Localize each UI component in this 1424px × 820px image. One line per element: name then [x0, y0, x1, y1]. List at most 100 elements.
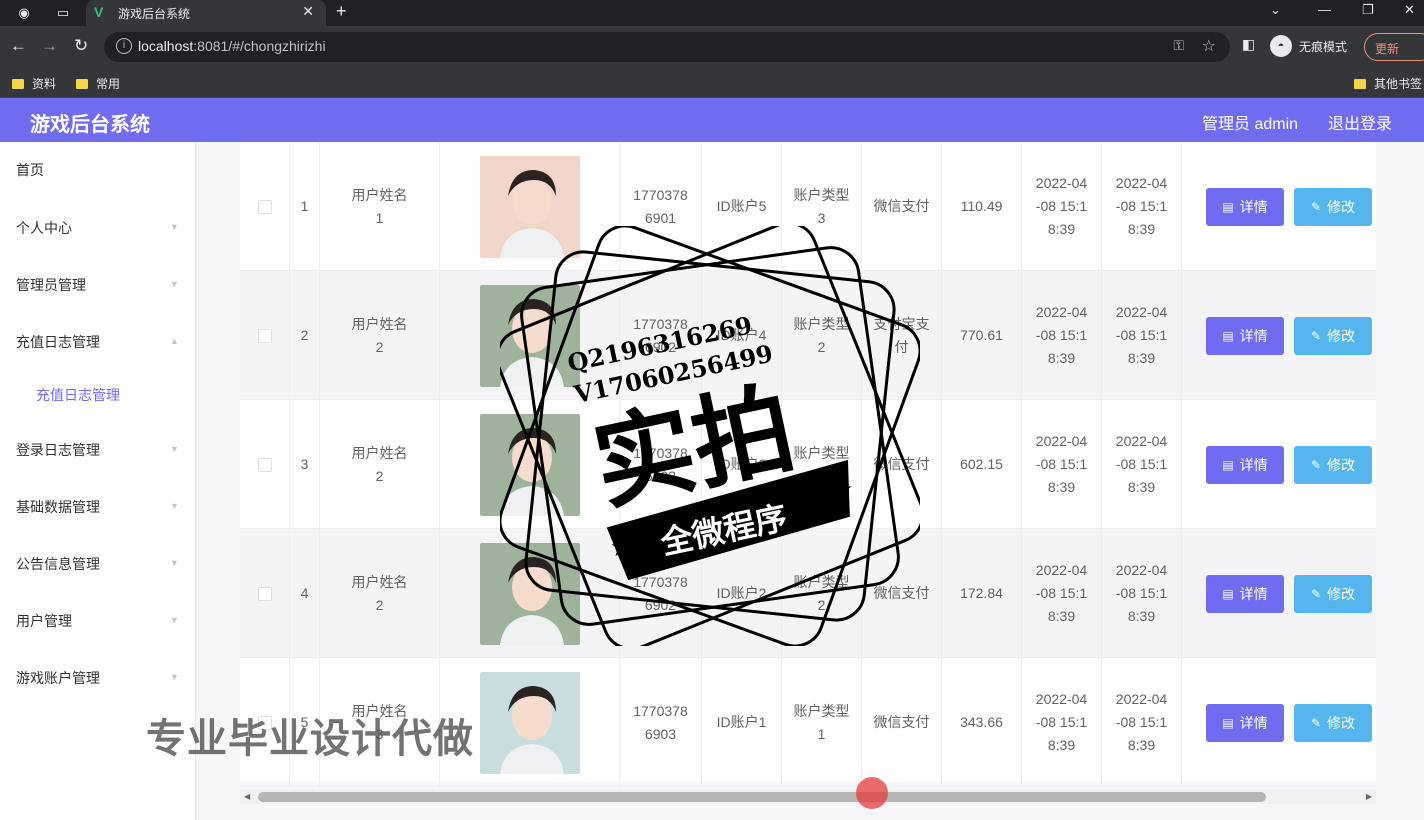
incognito-icon: ◓ — [1270, 35, 1292, 57]
edit-label: 修改 — [1327, 586, 1356, 602]
edit-icon: ✎ — [1310, 200, 1322, 214]
logout-link[interactable]: 退出登录 — [1328, 110, 1392, 134]
site-info-icon[interactable]: i — [116, 38, 132, 54]
forward-icon[interactable]: → — [41, 36, 58, 56]
detail-label: 详情 — [1239, 586, 1268, 602]
browser-menu-icon[interactable]: ◉ — [16, 5, 32, 21]
app-title: 游戏后台系统 — [30, 114, 150, 136]
detail-button[interactable]: ▤ 详情 — [1206, 317, 1284, 355]
sidebar-item-recharge-log[interactable]: 充值日志管理 — [16, 332, 100, 352]
vue-logo-icon: V — [94, 4, 104, 20]
cell-time2: 2022-04 -08 15:1 8:39 — [1102, 529, 1182, 658]
update-button[interactable]: 更新 — [1364, 33, 1424, 61]
sidebar-item-login-log[interactable]: 登录日志管理 — [16, 440, 100, 460]
row-checkbox-cell — [240, 400, 290, 529]
reload-icon[interactable]: ↻ — [74, 36, 88, 56]
horizontal-scrollbar[interactable]: ◀ ▶ — [240, 790, 1376, 804]
browser-tab-strip: ◉ ▭ V 游戏后台系统 ✕ + ⌄ — ❐ ✕ — [0, 0, 1424, 26]
side-panel-icon[interactable]: ◧ — [1242, 36, 1255, 53]
row-checkbox[interactable] — [257, 199, 272, 214]
row-checkbox[interactable] — [257, 457, 272, 472]
detail-button[interactable]: ▤ 详情 — [1206, 188, 1284, 226]
sidebar-item-home[interactable]: 首页 — [16, 160, 44, 180]
document-icon: ▤ — [1222, 329, 1234, 343]
sidebar-item-notices[interactable]: 公告信息管理 — [16, 554, 100, 574]
chevron-up-icon: ▲ — [170, 336, 179, 346]
minimize-icon[interactable]: — — [1318, 2, 1331, 17]
chevron-down-icon: ▼ — [170, 501, 179, 511]
row-checkbox[interactable] — [257, 586, 272, 601]
watermark-stamp: Q2196316269 V17060256499 实拍 全微程序 ★ ★ — [500, 226, 920, 646]
cell-text: 2022-04 -08 15:1 8:39 — [1035, 562, 1088, 624]
cell-text: 2022-04 -08 15:1 8:39 — [1115, 562, 1168, 624]
detail-button[interactable]: ▤ 详情 — [1206, 446, 1284, 484]
sidebar-subitem-recharge-log[interactable]: 充值日志管理 — [36, 385, 120, 405]
cell-text: 2022-04 -08 15:1 8:39 — [1115, 304, 1168, 366]
address-bar[interactable]: i localhost:8081/#/chongzhirizhi ⚿ ☆ — [104, 32, 1230, 62]
edit-label: 修改 — [1327, 199, 1356, 215]
tab-overview-icon[interactable]: ▭ — [55, 5, 71, 21]
cell-text: 用户姓名 2 — [351, 444, 408, 484]
scroll-right-icon[interactable]: ▶ — [1366, 790, 1372, 804]
bookmark-star-icon[interactable]: ☆ — [1202, 36, 1216, 56]
back-icon[interactable]: ← — [10, 36, 27, 56]
detail-label: 详情 — [1239, 199, 1268, 215]
cell-amount: 602.15 — [942, 400, 1022, 529]
cell-amount: 172.84 — [942, 529, 1022, 658]
tab-close-icon[interactable]: ✕ — [302, 3, 314, 20]
password-key-icon[interactable]: ⚿ — [1173, 37, 1184, 54]
incognito-label: 无痕模式 — [1299, 40, 1348, 54]
row-checkbox-cell — [240, 271, 290, 400]
cell-text: 770.61 — [960, 327, 1003, 343]
detail-button[interactable]: ▤ 详情 — [1206, 575, 1284, 613]
bookmark-folder-ziliao[interactable]: 资料 — [12, 75, 56, 92]
edit-label: 修改 — [1327, 715, 1356, 731]
new-tab-icon[interactable]: + — [336, 1, 347, 22]
cell-pay: 微信支付 — [862, 658, 942, 787]
detail-button[interactable]: ▤ 详情 — [1206, 704, 1284, 742]
sidebar-item-game-accounts[interactable]: 游戏账户管理 — [16, 668, 100, 688]
edit-button[interactable]: ✎ 修改 — [1294, 188, 1372, 226]
cell-name: 用户姓名 2 — [320, 529, 440, 658]
cell-text: 343.66 — [960, 714, 1003, 730]
edit-icon: ✎ — [1310, 458, 1322, 472]
bookmark-folder-other[interactable]: 其他书签 — [1354, 75, 1422, 92]
cell-time1: 2022-04 -08 15:1 8:39 — [1022, 529, 1102, 658]
sidebar-item-users[interactable]: 用户管理 — [16, 611, 72, 631]
detail-label: 详情 — [1239, 457, 1268, 473]
sidebar-item-profile[interactable]: 个人中心 — [16, 218, 72, 238]
row-checkbox[interactable] — [257, 328, 272, 343]
restore-icon[interactable]: ❐ — [1362, 2, 1374, 18]
bookmark-folder-changyong[interactable]: 常用 — [76, 75, 120, 92]
cell-text: 用户姓名 1 — [351, 186, 408, 226]
cell-text: 602.15 — [960, 456, 1003, 472]
current-user: 管理员 admin — [1202, 116, 1299, 133]
scroll-left-icon[interactable]: ◀ — [244, 790, 250, 804]
cell-text: ID账户1 — [716, 714, 767, 730]
folder-icon — [76, 79, 88, 89]
cell-text: 110.49 — [960, 198, 1003, 214]
edit-button[interactable]: ✎ 修改 — [1294, 704, 1372, 742]
cell-time1: 2022-04 -08 15:1 8:39 — [1022, 142, 1102, 271]
url-text: localhost:8081/#/chongzhirizhi — [138, 38, 326, 54]
edit-label: 修改 — [1327, 457, 1356, 473]
scrollbar-thumb[interactable] — [258, 792, 1266, 802]
chevron-down-icon: ▼ — [170, 444, 179, 454]
edit-button[interactable]: ✎ 修改 — [1294, 575, 1372, 613]
tab-search-icon[interactable]: ⌄ — [1270, 2, 1281, 18]
cell-text: 1 — [300, 198, 309, 214]
edit-button[interactable]: ✎ 修改 — [1294, 317, 1372, 355]
cell-phone: 1770378 6903 — [620, 658, 702, 787]
window-close-icon[interactable]: ✕ — [1404, 2, 1415, 18]
chevron-down-icon: ▼ — [170, 615, 179, 625]
sidebar-item-base-data[interactable]: 基础数据管理 — [16, 497, 100, 517]
star-icon: ★ — [610, 532, 633, 562]
sidebar-item-admins[interactable]: 管理员管理 — [16, 275, 86, 295]
edit-label: 修改 — [1327, 328, 1356, 344]
edit-button[interactable]: ✎ 修改 — [1294, 446, 1372, 484]
chevron-down-icon: ▼ — [170, 222, 179, 232]
cell-index: 3 — [290, 400, 320, 529]
cursor-indicator — [856, 777, 888, 809]
browser-tab[interactable]: V 游戏后台系统 ✕ — [86, 0, 326, 26]
cell-time1: 2022-04 -08 15:1 8:39 — [1022, 400, 1102, 529]
